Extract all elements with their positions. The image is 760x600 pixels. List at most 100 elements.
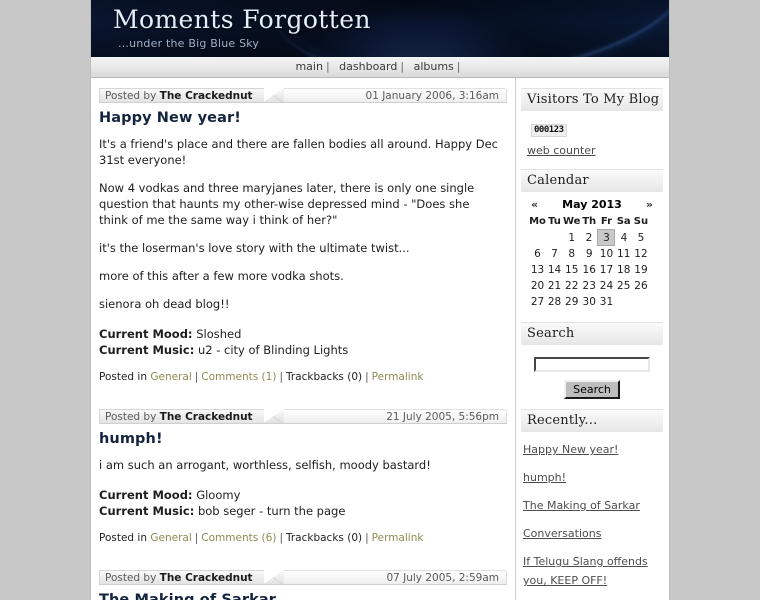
- calendar-nav: « May 2013 »: [531, 198, 653, 211]
- post-category-link[interactable]: General: [150, 371, 191, 383]
- calendar-dow: Fr: [600, 215, 613, 227]
- post-date: 07 July 2005, 2:59am: [386, 572, 499, 584]
- post-trackbacks: Trackbacks (0): [285, 532, 363, 544]
- calendar-day[interactable]: 18: [615, 262, 633, 278]
- calendar-day[interactable]: 23: [580, 278, 598, 294]
- calendar-day-empty: [546, 230, 563, 246]
- list-item: The Making of Sarkar: [523, 494, 659, 513]
- calendar-day[interactable]: 2: [580, 230, 598, 246]
- post-header-wedge: [262, 88, 284, 103]
- sidebar-heading-search: Search: [521, 322, 663, 345]
- calendar-body: « May 2013 » Mo Tu We Th Fr Sa Su 1 2 3 …: [521, 198, 663, 322]
- post-comments-link[interactable]: Comments (6): [201, 532, 276, 544]
- nav-item-albums[interactable]: albums: [414, 60, 454, 73]
- post-header: Posted by The Crackednut 21 July 2005, 5…: [99, 409, 507, 424]
- footer-separator: |: [194, 532, 199, 544]
- posted-by-label: Posted by: [105, 572, 157, 584]
- post-category-link[interactable]: General: [150, 532, 191, 544]
- mood-label: Current Mood:: [99, 327, 193, 341]
- calendar-day[interactable]: 26: [632, 278, 649, 294]
- calendar-day[interactable]: 25: [615, 278, 633, 294]
- recent-post-link[interactable]: If Telugu Slang offends you, KEEP OFF!: [523, 555, 648, 587]
- posted-by-label: Posted by: [105, 90, 157, 102]
- posted-in-label: Posted in: [99, 371, 148, 383]
- calendar-day[interactable]: 22: [563, 278, 580, 294]
- post-header: Posted by The Crackednut 07 July 2005, 2…: [99, 570, 507, 585]
- post-footer: Posted in General | Comments (1) | Trackback…: [99, 371, 499, 397]
- recent-post-link[interactable]: humph!: [523, 471, 566, 484]
- calendar-month-year: May 2013: [562, 198, 622, 211]
- calendar-table: Mo Tu We Th Fr Sa Su 1 2 3 4 5 6 7 8 9 10 11 12 13 14…: [529, 213, 649, 310]
- calendar-day[interactable]: 1: [563, 230, 580, 246]
- calendar-day[interactable]: 21: [546, 278, 563, 294]
- footer-separator: |: [365, 532, 369, 544]
- calendar-day[interactable]: 14: [546, 262, 563, 278]
- calendar-prev-icon[interactable]: «: [531, 198, 538, 211]
- sidebar-heading-recently: Recently...: [521, 409, 663, 432]
- blog-post: Posted by The Crackednut 21 July 2005, 5…: [91, 409, 515, 560]
- recent-post-link[interactable]: Happy New year!: [523, 443, 618, 456]
- recent-post-link[interactable]: The Making of Sarkar: [523, 499, 640, 512]
- calendar-day[interactable]: 20: [529, 278, 546, 294]
- blog-post: Posted by The Crackednut 07 July 2005, 2…: [91, 570, 515, 600]
- post-mood-music: Current Mood: Gloomy Current Music: bob …: [99, 487, 499, 519]
- post-author: Posted by The Crackednut: [105, 89, 253, 103]
- music-label: Current Music:: [99, 343, 195, 357]
- post-header-wedge: [262, 570, 284, 585]
- nav-separator: |: [325, 60, 330, 73]
- recent-posts-list: Happy New year! humph! The Making of Sarka…: [521, 438, 663, 600]
- post-comments-link[interactable]: Comments (1): [201, 371, 276, 383]
- calendar-day[interactable]: 9: [580, 246, 598, 263]
- calendar-day[interactable]: 16: [580, 262, 598, 278]
- list-item: Conversations: [523, 522, 659, 541]
- calendar-day[interactable]: 15: [563, 262, 580, 278]
- mood-value: Gloomy: [196, 488, 241, 502]
- calendar-week-row: 27 28 29 30 31: [529, 294, 649, 310]
- calendar-day[interactable]: 19: [632, 262, 649, 278]
- calendar-day[interactable]: 6: [529, 246, 546, 263]
- list-item: If Telugu Slang offends you, KEEP OFF!: [523, 550, 659, 588]
- calendar-day[interactable]: 24: [598, 278, 615, 294]
- calendar-dow-row: Mo Tu We Th Fr Sa Su: [529, 213, 649, 230]
- search-button[interactable]: Search: [564, 380, 620, 399]
- post-paragraph: Now 4 vodkas and three maryjanes later, …: [99, 181, 475, 227]
- calendar-day[interactable]: 30: [580, 294, 598, 310]
- mood-value: Sloshed: [196, 327, 242, 341]
- calendar-day[interactable]: 17: [598, 262, 615, 278]
- post-permalink-link[interactable]: Permalink: [372, 371, 424, 383]
- post-permalink-link[interactable]: Permalink: [372, 532, 424, 544]
- post-footer: Posted in General | Comments (6) | Trackback…: [99, 532, 499, 558]
- web-counter-link[interactable]: web counter: [527, 144, 659, 157]
- calendar-week-row: 12345: [529, 229, 649, 246]
- site-container: Moments Forgotten ...under the Big Blue …: [90, 0, 670, 600]
- sidebar-heading-visitors: Visitors To My Blog: [521, 88, 663, 111]
- calendar-day[interactable]: 5: [632, 230, 649, 246]
- post-body: humph! i am such an arrogant, worthless,…: [91, 431, 515, 558]
- calendar-day[interactable]: 27: [529, 294, 546, 310]
- nav-separator: |: [456, 60, 461, 73]
- calendar-day[interactable]: 31: [598, 294, 615, 310]
- calendar-day[interactable]: 11: [615, 246, 633, 263]
- post-author: Posted by The Crackednut: [105, 571, 253, 585]
- main-nav[interactable]: main | dashboard | albums |: [91, 57, 669, 78]
- calendar-day[interactable]: 28: [546, 294, 563, 310]
- calendar-day[interactable]: 29: [563, 294, 580, 310]
- sidebar-section-visitors: Visitors To My Blog 000123 web counter: [521, 88, 663, 169]
- calendar-next-icon[interactable]: »: [646, 198, 653, 211]
- calendar-day[interactable]: 4: [615, 230, 633, 246]
- recent-post-link[interactable]: Conversations: [523, 527, 601, 540]
- calendar-weeks: 1 2 3 4 5 6 7 8 9 10 11 12 13 14 15 16 17 18 19 20 21 22 23 24 2…: [529, 229, 649, 311]
- footer-separator: |: [365, 371, 369, 383]
- calendar-day[interactable]: 12: [632, 246, 649, 263]
- music-label: Current Music:: [99, 504, 195, 518]
- calendar-day[interactable]: 8: [563, 246, 580, 263]
- calendar-day-today[interactable]: 3: [597, 229, 616, 246]
- search-input[interactable]: [534, 357, 650, 372]
- nav-item-main[interactable]: main: [295, 60, 322, 73]
- calendar-day[interactable]: 10: [598, 246, 615, 263]
- calendar-day[interactable]: 7: [546, 246, 563, 263]
- nav-item-dashboard[interactable]: dashboard: [339, 60, 397, 73]
- calendar-dow: Mo: [529, 215, 546, 227]
- site-banner: Moments Forgotten ...under the Big Blue …: [91, 0, 669, 57]
- calendar-day[interactable]: 13: [529, 262, 546, 278]
